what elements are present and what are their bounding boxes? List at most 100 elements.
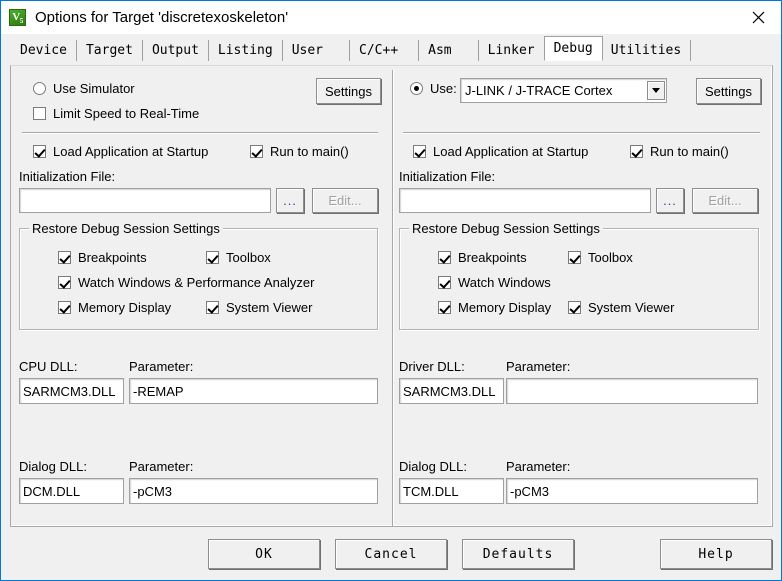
tab-output[interactable]: Output [142, 40, 209, 61]
right-load-application-checkbox[interactable]: Load Application at Startup [413, 144, 588, 159]
left-restore-session-group: Restore Debug Session Settings Breakpoin… [19, 221, 378, 330]
cpu-dll-input[interactable]: SARMCM3.DLL [19, 378, 124, 404]
close-icon[interactable] [735, 1, 781, 33]
tab-cpp[interactable]: C/C++ [350, 40, 420, 61]
driver-parameter-input[interactable] [506, 378, 758, 404]
tab-utilities[interactable]: Utilities [601, 40, 692, 61]
checkbox-indicator [438, 276, 451, 289]
title-bar: V5 Options for Target 'discretexoskeleto… [1, 1, 781, 34]
help-button[interactable]: Help [660, 539, 772, 569]
ok-button[interactable]: OK [208, 539, 320, 569]
tab-user[interactable]: User [282, 40, 351, 61]
tab-strip: Device Target Output Listing User C/C++ … [1, 34, 781, 61]
left-dialog-dll-label: Dialog DLL: [19, 459, 87, 474]
debug-driver-value: J-LINK / J-TRACE Cortex [465, 83, 613, 98]
right-run-to-main-label: Run to main() [650, 144, 729, 159]
left-browse-button[interactable]: ... [276, 188, 304, 213]
right-init-file-label: Initialization File: [399, 169, 496, 184]
dialog-footer: OK Cancel Defaults Help [1, 531, 781, 580]
checkbox-indicator [568, 251, 581, 264]
checkbox-indicator [438, 301, 451, 314]
driver-dll-input[interactable]: SARMCM3.DLL [399, 378, 504, 404]
tab-linker[interactable]: Linker [478, 40, 545, 61]
left-system-viewer-label: System Viewer [226, 300, 313, 315]
checkbox-indicator [413, 145, 426, 158]
right-toolbox-checkbox[interactable]: Toolbox [568, 250, 633, 265]
left-init-file-input[interactable] [19, 188, 271, 213]
left-dialog-dll-input[interactable]: DCM.DLL [19, 478, 124, 504]
right-toolbox-label: Toolbox [588, 250, 633, 265]
left-separator [22, 132, 378, 133]
driver-settings-button[interactable]: Settings [696, 78, 761, 104]
use-simulator-radio[interactable]: Use Simulator [33, 81, 135, 96]
left-load-application-label: Load Application at Startup [53, 144, 209, 159]
right-dialog-dll-input[interactable]: TCM.DLL [399, 478, 504, 504]
checkbox-indicator [58, 301, 71, 314]
right-edit-button: Edit... [692, 188, 758, 213]
radio-indicator [410, 82, 423, 95]
checkbox-indicator [568, 301, 581, 314]
right-restore-session-title: Restore Debug Session Settings [409, 221, 603, 236]
defaults-button[interactable]: Defaults [462, 539, 574, 569]
left-run-to-main-checkbox[interactable]: Run to main() [250, 144, 349, 159]
right-restore-session-group: Restore Debug Session Settings Breakpoin… [399, 221, 759, 330]
tab-device[interactable]: Device [11, 40, 77, 61]
left-memory-display-checkbox[interactable]: Memory Display [58, 300, 171, 315]
left-dialog-parameter-input[interactable]: -pCM3 [129, 478, 378, 504]
left-load-application-checkbox[interactable]: Load Application at Startup [33, 144, 208, 159]
simulator-settings-button[interactable]: Settings [316, 78, 381, 104]
window-title: Options for Target 'discretexoskeleton' [35, 9, 289, 26]
driver-dll-label: Driver DLL: [399, 359, 465, 374]
checkbox-indicator [206, 251, 219, 264]
left-watch-windows-label: Watch Windows & Performance Analyzer [78, 275, 315, 290]
tab-asm[interactable]: Asm [419, 40, 479, 61]
cpu-parameter-input[interactable]: -REMAP [129, 378, 378, 404]
cancel-button[interactable]: Cancel [335, 539, 447, 569]
right-memory-display-label: Memory Display [458, 300, 552, 315]
cpu-parameter-label: Parameter: [129, 359, 194, 374]
right-load-application-label: Load Application at Startup [433, 144, 589, 159]
chevron-down-icon[interactable] [647, 81, 665, 100]
checkbox-indicator [250, 145, 263, 158]
left-edit-button: Edit... [312, 188, 378, 213]
tab-listing[interactable]: Listing [208, 40, 283, 61]
right-run-to-main-checkbox[interactable]: Run to main() [630, 144, 729, 159]
checkbox-indicator [58, 251, 71, 264]
left-restore-session-title: Restore Debug Session Settings [29, 221, 223, 236]
left-breakpoints-checkbox[interactable]: Breakpoints [58, 250, 147, 265]
debug-tab-panel: Use Simulator Settings Limit Speed to Re… [10, 65, 773, 527]
checkbox-indicator [33, 145, 46, 158]
driver-column: Use: J-LINK / J-TRACE Cortex Settings Lo… [393, 66, 773, 526]
options-dialog: V5 Options for Target 'discretexoskeleto… [0, 0, 782, 581]
cpu-dll-label: CPU DLL: [19, 359, 78, 374]
right-breakpoints-checkbox[interactable]: Breakpoints [438, 250, 527, 265]
left-dialog-parameter-label: Parameter: [129, 459, 194, 474]
left-run-to-main-label: Run to main() [270, 144, 349, 159]
right-dialog-parameter-label: Parameter: [506, 459, 571, 474]
left-memory-display-label: Memory Display [78, 300, 172, 315]
use-driver-label: Use: [430, 81, 457, 96]
left-toolbox-label: Toolbox [226, 250, 271, 265]
right-separator [403, 132, 760, 133]
left-watch-windows-checkbox[interactable]: Watch Windows & Performance Analyzer [58, 275, 315, 290]
right-browse-button[interactable]: ... [656, 188, 684, 213]
limit-speed-checkbox[interactable]: Limit Speed to Real-Time [33, 106, 199, 121]
checkbox-indicator [438, 251, 451, 264]
left-toolbox-checkbox[interactable]: Toolbox [206, 250, 271, 265]
tab-target[interactable]: Target [76, 40, 143, 61]
checkbox-indicator [33, 107, 46, 120]
right-watch-windows-checkbox[interactable]: Watch Windows [438, 275, 551, 290]
uvision-v5-icon: V5 [9, 9, 26, 26]
right-watch-windows-label: Watch Windows [458, 275, 551, 290]
tab-debug[interactable]: Debug [543, 36, 603, 61]
right-dialog-parameter-input[interactable]: -pCM3 [506, 478, 758, 504]
use-driver-radio[interactable]: Use: [410, 81, 457, 96]
left-breakpoints-label: Breakpoints [78, 250, 147, 265]
right-init-file-input[interactable] [399, 188, 651, 213]
checkbox-indicator [206, 301, 219, 314]
right-memory-display-checkbox[interactable]: Memory Display [438, 300, 551, 315]
checkbox-indicator [630, 145, 643, 158]
left-system-viewer-checkbox[interactable]: System Viewer [206, 300, 312, 315]
debug-driver-select[interactable]: J-LINK / J-TRACE Cortex [460, 78, 667, 103]
right-system-viewer-checkbox[interactable]: System Viewer [568, 300, 674, 315]
